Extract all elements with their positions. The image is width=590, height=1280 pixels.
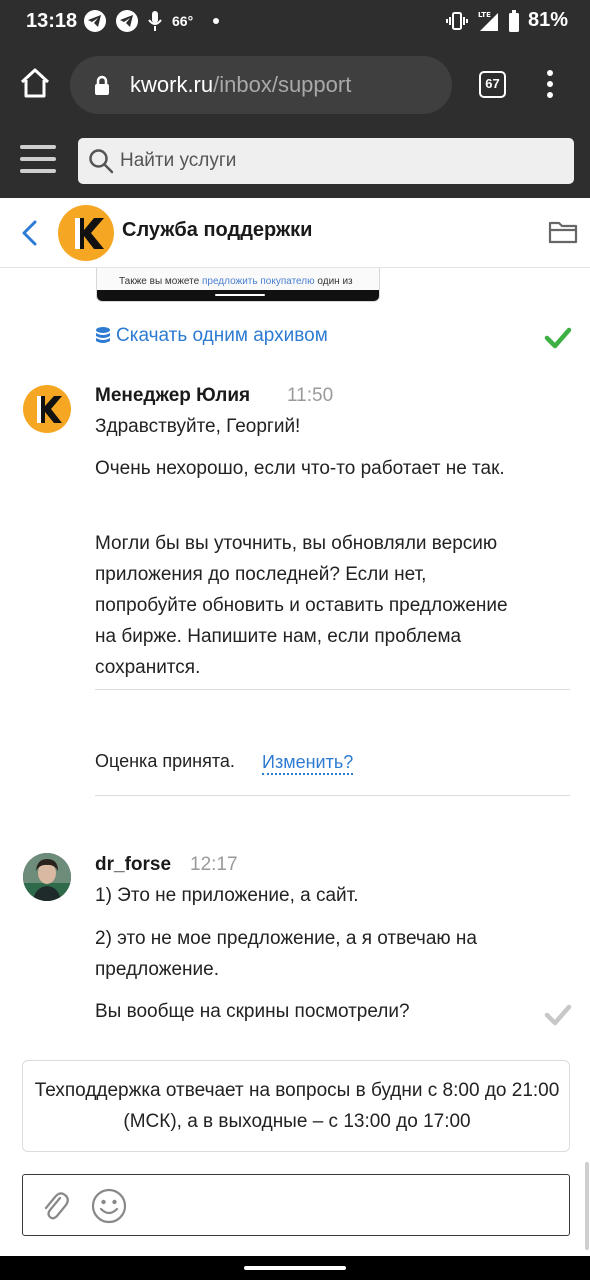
screenshot-attachment-preview[interactable]: Также вы можете предложить покупателю од… — [96, 268, 380, 302]
divider — [95, 795, 570, 796]
message-time: 12:17 — [190, 854, 238, 875]
vibrate-icon — [445, 11, 468, 30]
message-paragraph: Очень нехорошо, если что-то работает не … — [95, 458, 505, 479]
avatar — [23, 853, 71, 901]
attachment-preview-navbar — [97, 290, 379, 301]
message-paragraph: Могли бы вы уточнить, вы обновляли верси… — [95, 533, 508, 678]
battery-icon — [508, 9, 519, 32]
tab-switcher-button[interactable]: 67 — [479, 71, 506, 98]
url-path: /inbox/support — [213, 72, 352, 97]
gesture-navigation-bar[interactable] — [0, 1256, 590, 1280]
status-notifications: 66° — [84, 10, 220, 32]
attachment-preview-text: Также вы можете предложить покупателю од… — [119, 276, 353, 287]
more-notifications-dot — [213, 18, 220, 24]
url-domain: kwork.ru — [130, 72, 214, 97]
hamburger-menu-icon[interactable] — [20, 145, 56, 175]
network-label: LTE — [478, 11, 491, 19]
message-time: 11:50 — [287, 385, 334, 406]
rating-status: Оценка принята. — [95, 751, 235, 771]
message-input[interactable] — [22, 1174, 570, 1236]
divider — [95, 689, 570, 690]
status-time: 13:18 — [26, 10, 78, 32]
site-header: Найти услуги — [0, 126, 590, 198]
paperclip-icon[interactable] — [41, 1189, 69, 1223]
avatar — [23, 385, 71, 433]
microphone-icon — [148, 11, 162, 31]
download-archive-link[interactable]: Скачать одним архивом — [95, 325, 328, 347]
message-paragraph: Вы вообще на скрины посмотрели? — [95, 1001, 410, 1022]
search-input[interactable]: Найти услуги — [78, 138, 574, 184]
message-author: Менеджер Юлия — [95, 385, 251, 406]
battery-percent: 81% — [527, 9, 568, 31]
database-icon — [96, 327, 110, 343]
message-paragraph: Здравствуйте, Георгий! — [95, 416, 301, 437]
folder-icon[interactable] — [548, 220, 578, 244]
sent-check-icon — [544, 1004, 572, 1026]
read-check-icon — [544, 327, 572, 349]
signal-icon: LTE — [478, 11, 498, 31]
chat-title: Служба поддержки — [122, 219, 313, 241]
support-hours-text: Техподдержка отвечает на вопросы в будни… — [34, 1080, 560, 1132]
search-icon — [89, 149, 114, 174]
home-icon[interactable] — [18, 66, 52, 100]
telegram-icon — [116, 10, 138, 32]
kwork-logo — [58, 205, 114, 261]
scrollbar[interactable] — [585, 1162, 589, 1250]
message-paragraph: 2) это не мое предложение, а я отвечаю н… — [95, 928, 477, 980]
browser-menu-icon[interactable] — [541, 70, 559, 100]
back-arrow-icon[interactable] — [20, 219, 40, 247]
status-temperature: 66° — [172, 13, 194, 29]
status-bar: 13:18 66° LTE 81% — [0, 0, 590, 44]
emoji-icon[interactable] — [91, 1188, 127, 1224]
message-author: dr_forse — [95, 854, 172, 875]
address-bar[interactable]: kwork.ru/inbox/support — [70, 56, 452, 114]
support-hours-notice: Техподдержка отвечает на вопросы в будни… — [22, 1060, 570, 1152]
change-rating-link[interactable]: Изменить? — [262, 751, 354, 775]
message-paragraph: 1) Это не приложение, а сайт. — [95, 885, 359, 906]
telegram-icon — [84, 10, 106, 32]
chat-header: Служба поддержки — [0, 198, 590, 268]
status-system-icons: LTE 81% — [445, 9, 568, 32]
browser-toolbar: kwork.ru/inbox/support 67 — [0, 44, 590, 126]
search-placeholder: Найти услуги — [120, 150, 237, 171]
url-text: kwork.ru/inbox/support — [130, 72, 351, 98]
lock-icon — [95, 75, 109, 95]
download-archive-label: Скачать одним архивом — [116, 325, 328, 346]
